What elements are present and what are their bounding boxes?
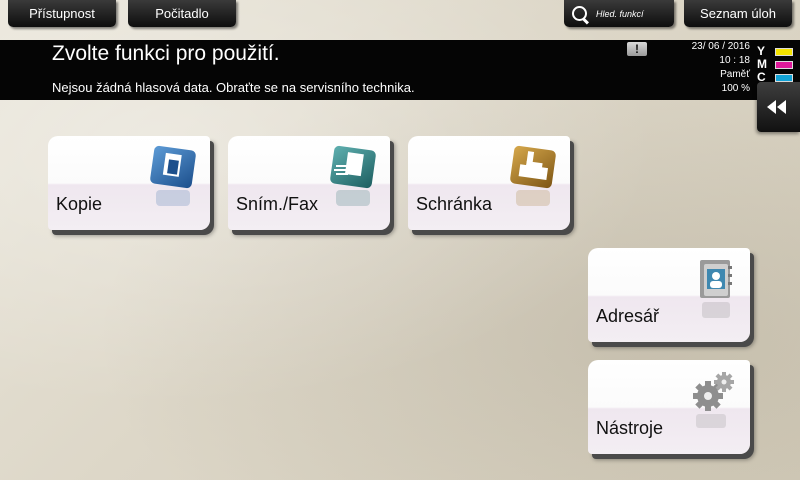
user-box-icon: [510, 145, 556, 206]
toner-level-bar: [775, 61, 793, 69]
double-chevron-left-icon: [766, 100, 786, 114]
gears-icon: [693, 372, 734, 428]
scan-fax-icon: [330, 145, 376, 206]
info-message: Nejsou žádná hlasová data. Obraťte se na…: [52, 80, 415, 95]
toner-letter: Y: [757, 44, 766, 58]
tile-label: Kopie: [56, 194, 103, 214]
toner-level-bar: [775, 74, 793, 82]
status-time: 10 : 18: [719, 55, 750, 66]
counter-label: Počitadlo: [155, 6, 209, 21]
page-title: Zvolte funkci pro použití.: [52, 42, 280, 65]
tile-label: Nástroje: [596, 418, 664, 438]
side-panel-toggle[interactable]: [757, 82, 800, 132]
scan-fax-tile[interactable]: Sním./Fax: [228, 136, 390, 230]
tools-tile[interactable]: Nástroje: [588, 360, 750, 454]
warning-icon[interactable]: !: [627, 42, 647, 56]
function-search-button[interactable]: Hled. funkcí: [564, 0, 674, 27]
address-book-tile[interactable]: Adresář: [588, 248, 750, 342]
user-box-tile[interactable]: Schránka: [408, 136, 570, 230]
status-date: 23/ 06 / 2016: [691, 41, 750, 52]
address-book-icon: [700, 260, 732, 318]
tile-label: Sním./Fax: [236, 194, 319, 214]
toner-level-bar: [775, 48, 793, 56]
job-list-button[interactable]: Seznam úloh: [684, 0, 792, 27]
counter-button[interactable]: Počitadlo: [128, 0, 236, 27]
tile-label: Schránka: [416, 194, 493, 214]
message-bar: Zvolte funkci pro použití. Nejsou žádná …: [0, 40, 800, 100]
memory-label: Paměť: [720, 69, 750, 80]
search-icon: [572, 5, 590, 25]
memory-percent: 100 %: [721, 83, 750, 94]
toner-letter: M: [757, 57, 767, 71]
copy-tile[interactable]: Kopie: [48, 136, 210, 230]
tile-label: Adresář: [596, 306, 660, 326]
function-search-label: Hled. funkcí: [596, 8, 644, 19]
accessibility-button[interactable]: Přístupnost: [8, 0, 116, 27]
accessibility-label: Přístupnost: [29, 6, 95, 21]
copy-icon: [150, 145, 196, 206]
job-list-label: Seznam úloh: [700, 6, 776, 21]
